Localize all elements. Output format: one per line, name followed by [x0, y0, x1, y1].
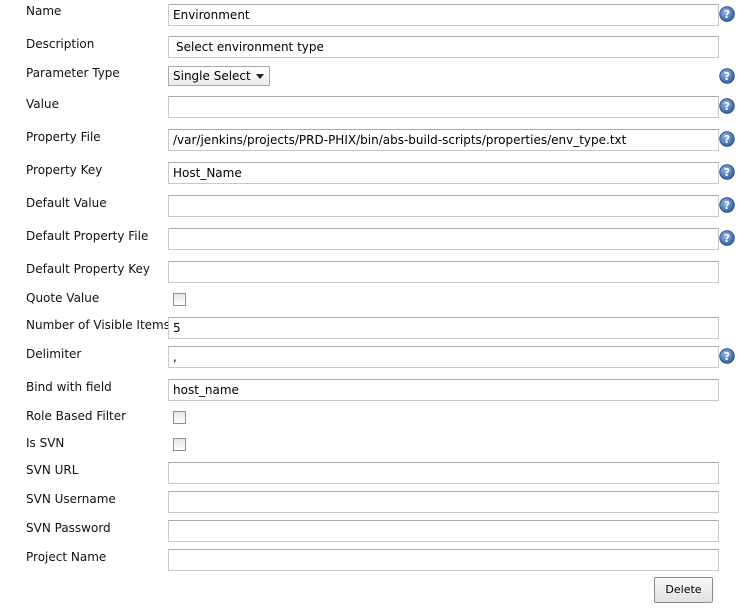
help-icon[interactable] — [719, 131, 735, 147]
bind-with-field-input[interactable] — [168, 379, 719, 401]
help-icon[interactable] — [719, 230, 735, 246]
role-based-filter-label: Role Based Filter — [26, 409, 127, 423]
description-label: Description — [26, 37, 95, 51]
default-property-file-label: Default Property File — [26, 229, 149, 243]
default-value-input[interactable] — [168, 195, 719, 217]
property-file-label: Property File — [26, 130, 101, 144]
description-input[interactable] — [168, 36, 719, 58]
svn-username-label: SVN Username — [26, 492, 116, 506]
svn-url-input[interactable] — [168, 462, 719, 484]
delimiter-label: Delimiter — [26, 347, 82, 361]
parameter-type-select[interactable]: Single Select — [168, 66, 270, 86]
parameter-type-value: Single Select — [173, 69, 251, 83]
name-label: Name — [26, 4, 62, 18]
visible-items-label: Number of Visible Items — [26, 318, 170, 332]
project-name-label: Project Name — [26, 550, 107, 564]
property-key-label: Property Key — [26, 163, 103, 177]
is-svn-checkbox[interactable] — [173, 438, 186, 451]
project-name-input[interactable] — [168, 549, 719, 571]
value-input[interactable] — [168, 96, 719, 118]
quote-value-checkbox[interactable] — [173, 293, 186, 306]
delimiter-input[interactable] — [168, 346, 719, 368]
default-property-file-input[interactable] — [168, 228, 719, 250]
svn-password-label: SVN Password — [26, 521, 111, 535]
svn-password-input[interactable] — [168, 520, 719, 542]
visible-items-input[interactable] — [168, 317, 719, 339]
help-icon[interactable] — [719, 68, 735, 84]
property-key-input[interactable] — [168, 162, 719, 184]
help-icon[interactable] — [719, 164, 735, 180]
parameter-type-label: Parameter Type — [26, 66, 120, 80]
svn-username-input[interactable] — [168, 491, 719, 513]
svn-url-label: SVN URL — [26, 463, 79, 477]
name-input[interactable] — [168, 4, 719, 26]
value-label: Value — [26, 97, 59, 111]
chevron-down-icon — [256, 74, 264, 79]
quote-value-label: Quote Value — [26, 291, 100, 305]
default-property-key-input[interactable] — [168, 261, 719, 283]
help-icon[interactable] — [719, 6, 735, 22]
is-svn-label: Is SVN — [26, 436, 65, 450]
default-value-label: Default Value — [26, 196, 107, 210]
default-property-key-label: Default Property Key — [26, 262, 151, 276]
bind-with-field-label: Bind with field — [26, 380, 112, 394]
role-based-filter-checkbox[interactable] — [173, 411, 186, 424]
property-file-input[interactable] — [168, 129, 719, 151]
delete-button[interactable]: Delete — [654, 577, 713, 603]
help-icon[interactable] — [719, 348, 735, 364]
help-icon[interactable] — [719, 98, 735, 114]
help-icon[interactable] — [719, 197, 735, 213]
